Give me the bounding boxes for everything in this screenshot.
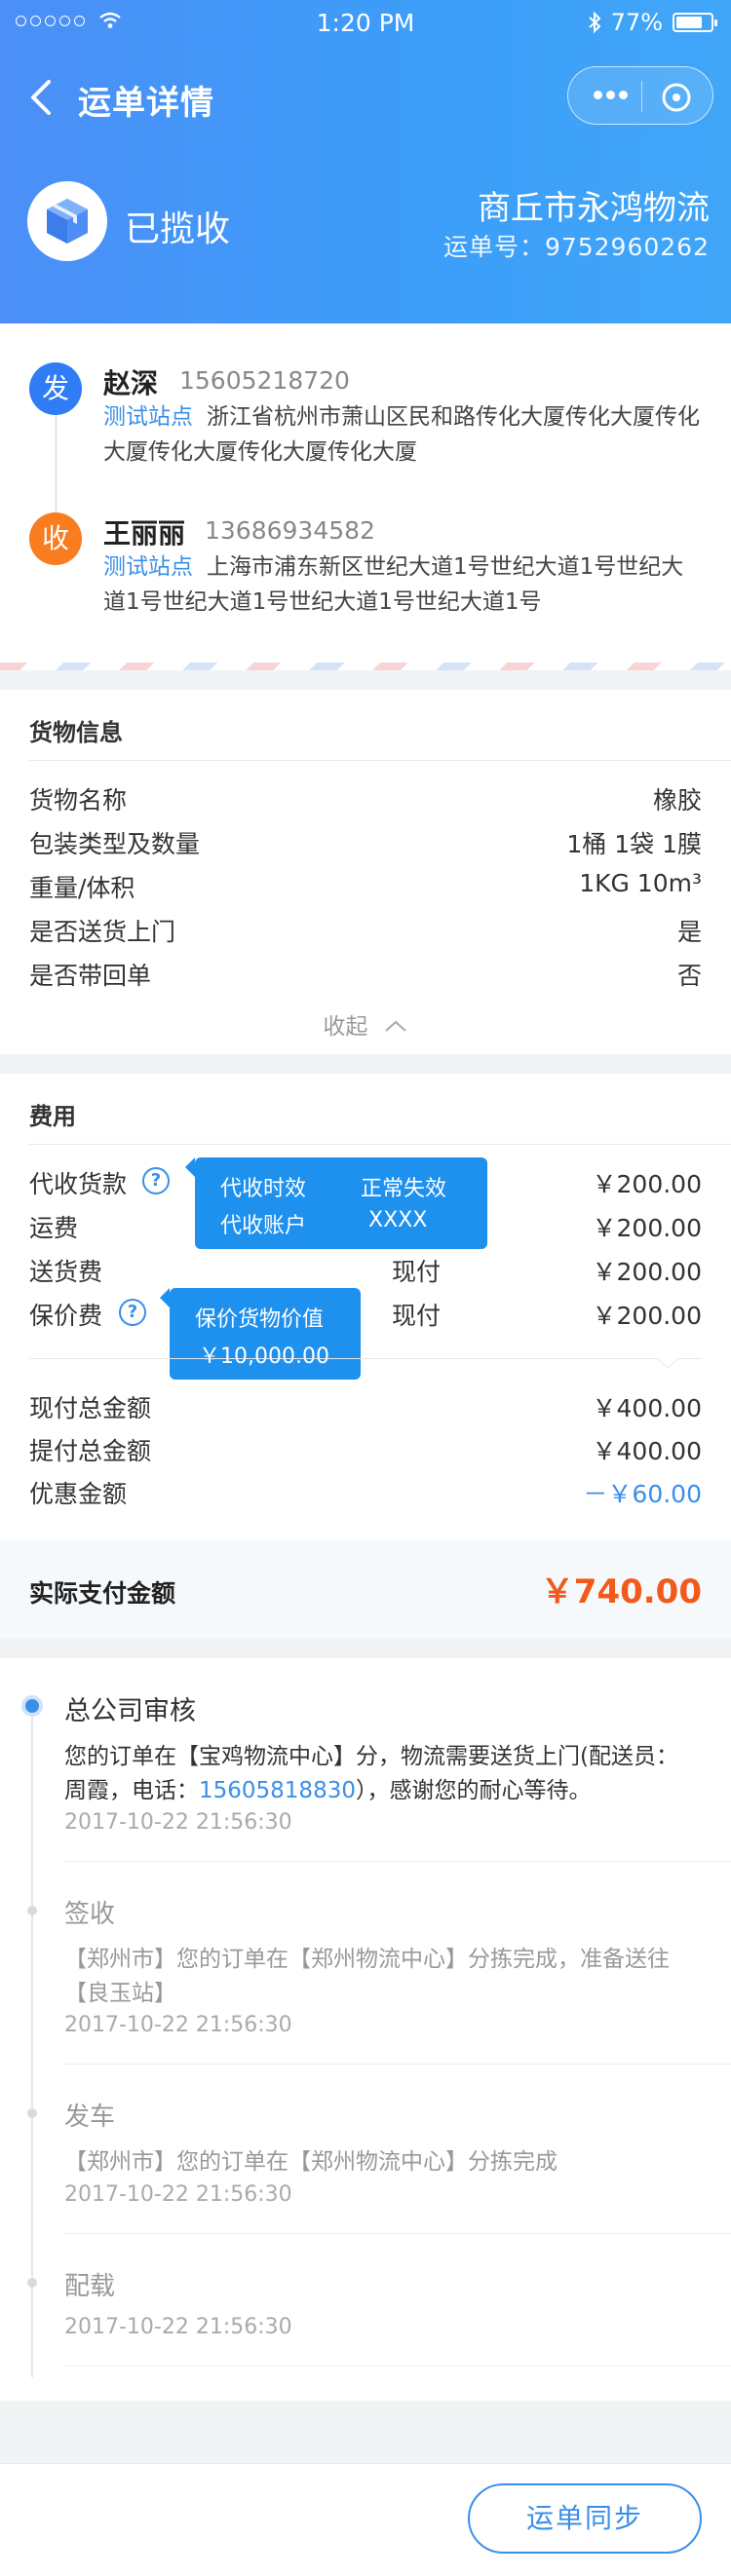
page-title: 运单详情 <box>78 84 214 123</box>
cargo-row: 是否送货上门是 <box>29 918 702 946</box>
timeline-status: 签收 <box>64 1900 116 1929</box>
sender-phone[interactable]: 15605218720 <box>179 366 350 395</box>
divider <box>29 760 731 761</box>
cod-help-icon[interactable]: ? <box>142 1167 170 1194</box>
timeline-status: 发车 <box>64 2102 116 2132</box>
cargo-row: 重量/体积 1KG 10m³ <box>29 869 702 902</box>
package-icon <box>27 181 107 261</box>
bottom-bar: 运单同步 <box>0 2463 731 2576</box>
capsule-divider <box>641 81 642 112</box>
timeline-message: 您的订单在【宝鸡物流中心】分，物流需要送货上门(配送员：周霞，电话：156058… <box>64 1744 678 1803</box>
battery-level <box>676 17 702 28</box>
battery-icon <box>673 13 717 32</box>
cargo-row: 货物名称 橡胶 <box>29 786 702 814</box>
insurance-help-icon[interactable]: ? <box>119 1299 146 1326</box>
cargo-row: 包装类型及数量 1桶 1袋 1膜 <box>29 830 702 858</box>
receiver-phone[interactable]: 13686934582 <box>205 516 375 545</box>
timeline-time: 2017-10-22 21:56:30 <box>64 2182 292 2207</box>
divider <box>29 1144 731 1145</box>
logistics-company: 商丘市永鸿物流 <box>478 189 710 228</box>
header: 1:20 PM 77% 运单详情 已揽收 商丘市永鸿物流 运单号：9752960… <box>0 0 731 323</box>
fees-title: 费用 <box>29 1103 76 1130</box>
shipment-status-text: 已揽收 <box>125 209 231 249</box>
airmail-border <box>0 663 731 670</box>
timeline-dot <box>27 2108 37 2118</box>
actual-payment-value: ￥740.00 <box>540 1572 702 1611</box>
close-circle-icon[interactable] <box>660 81 693 114</box>
collapse-toggle[interactable]: 收起 <box>0 1007 731 1041</box>
sender-name: 赵深 <box>103 367 159 399</box>
timeline-dot <box>27 1906 37 1915</box>
divider <box>64 2233 731 2234</box>
timeline-time: 2017-10-22 21:56:30 <box>64 2315 292 2339</box>
total-row-prepaid: 现付总金额 ￥400.00 <box>29 1394 702 1422</box>
more-dots-icon[interactable] <box>594 91 628 99</box>
timeline-message: 【郑州市】您的订单在【郑州物流中心】分拣完成，准备送往【良玉站】 <box>64 1947 670 2006</box>
courier-phone-link[interactable]: 15605818830 <box>199 1778 356 1803</box>
divider <box>64 1861 731 1862</box>
insurance-tooltip: 保价货物价值 ￥10,000.00 <box>160 1288 361 1380</box>
total-row-discount: 优惠金额 －￥60.00 <box>29 1480 702 1508</box>
shipment-status: 已揽收 商丘市永鸿物流 运单号：9752960262 <box>27 181 710 269</box>
receiver-address: 测试站点 上海市浦东新区世纪大道1号世纪大道1号世纪大道1号世纪大道1号世纪大道1… <box>103 554 684 615</box>
receiver-name: 王丽丽 <box>103 517 186 549</box>
timeline-status: 配载 <box>64 2272 116 2301</box>
sender-badge: 发 <box>29 362 82 415</box>
timeline-dot-active <box>21 1695 43 1717</box>
divider <box>29 1358 702 1359</box>
battery-percent: 77% <box>610 9 663 36</box>
nav-bar: 运单详情 <box>0 62 731 133</box>
receiver-station: 测试站点 <box>103 554 193 580</box>
actual-payment-label: 实际支付金额 <box>29 1579 176 1608</box>
timeline-line <box>31 1705 33 2377</box>
bluetooth-icon <box>588 11 601 34</box>
cod-tooltip: 代收时效 正常失效 代收账户 XXXX <box>185 1157 487 1249</box>
fees-card: 费用 代收货款 ￥200.00 ? 运费 ￥200.00 送货费 现付 ￥200.00 … <box>0 1074 731 1539</box>
divider <box>64 2366 731 2367</box>
timeline-message: 【郑州市】您的订单在【郑州物流中心】分拣完成 <box>64 2149 558 2175</box>
cargo-title: 货物信息 <box>29 719 123 746</box>
notch-icon <box>657 1358 678 1369</box>
timeline-time: 2017-10-22 21:56:30 <box>64 1810 292 1835</box>
cargo-row: 是否带回单否 <box>29 962 702 990</box>
mini-program-capsule <box>567 66 713 125</box>
fee-row-delivery: 送货费 现付 ￥200.00 <box>29 1258 702 1286</box>
timeline-dot <box>27 2278 37 2288</box>
timeline-status: 总公司审核 <box>64 1696 196 1726</box>
cargo-card: 货物信息 货物名称 橡胶 包装类型及数量 1桶 1袋 1膜 重量/体积 1KG 10m… <box>0 690 731 1054</box>
waybill-number[interactable]: 运单号：9752960262 <box>443 228 710 263</box>
waybill-detail-page: 1:20 PM 77% 运单详情 已揽收 商丘市永鸿物流 运单号：9752960… <box>0 0 731 2576</box>
tracking-timeline: 总公司审核 您的订单在【宝鸡物流中心】分，物流需要送货上门(配送员：周霞，电话：… <box>0 1658 731 2401</box>
status-bar: 1:20 PM 77% <box>0 0 731 47</box>
sync-waybill-button[interactable]: 运单同步 <box>468 2483 702 2554</box>
total-row-collect: 提付总金额 ￥400.00 <box>29 1437 702 1465</box>
party-info: 发 赵深 15605218720 测试站点 浙江省杭州市萧山区民和路传化大厦传化大… <box>0 323 731 670</box>
actual-payment-bar: 实际支付金额 ￥740.00 <box>0 1539 731 1639</box>
sender-station: 测试站点 <box>103 404 193 430</box>
receiver-badge: 收 <box>29 512 82 565</box>
divider <box>64 2064 731 2065</box>
sender-address: 测试站点 浙江省杭州市萧山区民和路传化大厦传化大厦传化大厦传化大厦传化大厦传化大厦 <box>103 404 700 465</box>
chevron-up-icon <box>384 1020 406 1032</box>
timeline-time: 2017-10-22 21:56:30 <box>64 2013 292 2037</box>
back-arrow-icon[interactable] <box>25 74 60 121</box>
